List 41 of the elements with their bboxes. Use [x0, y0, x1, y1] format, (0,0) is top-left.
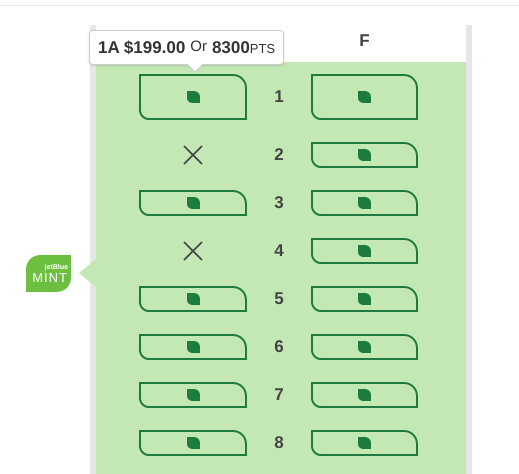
seat-button[interactable] — [311, 286, 418, 312]
seat-icon — [358, 91, 371, 103]
seat-button[interactable] — [139, 334, 247, 360]
seat-button[interactable] — [311, 382, 418, 408]
row-number: 1 — [274, 86, 284, 108]
row-number: 6 — [274, 336, 284, 358]
seat-button[interactable] — [139, 74, 247, 120]
seat-icon — [186, 437, 200, 449]
row-number: 3 — [274, 192, 284, 214]
seat-icon — [186, 293, 200, 305]
seat-icon — [186, 197, 200, 209]
seat-button[interactable] — [311, 142, 418, 168]
seat-icon — [358, 389, 371, 401]
seat-icon — [358, 437, 371, 449]
row-number: 8 — [274, 432, 284, 454]
or-label: Or — [190, 37, 207, 58]
seat-button[interactable] — [139, 190, 247, 216]
seat-button[interactable] — [311, 334, 418, 360]
seat-button[interactable] — [311, 238, 418, 264]
seat-icon — [358, 245, 371, 257]
seat-button[interactable] — [139, 430, 247, 456]
seat-icon — [358, 293, 371, 305]
column-header: F — [359, 30, 370, 52]
seat-button[interactable] — [311, 430, 418, 456]
seat-button[interactable] — [311, 74, 418, 120]
seat-icon — [358, 341, 371, 353]
seat-icon — [186, 341, 200, 353]
row-number: 2 — [274, 144, 284, 166]
seat-button[interactable] — [139, 382, 247, 408]
seat-icon — [358, 149, 371, 161]
seat-price: 1A $199.00 — [98, 36, 186, 59]
seat-button[interactable] — [311, 190, 418, 216]
cabin-label: MINT — [32, 270, 68, 284]
row-number: 7 — [274, 384, 284, 406]
row-number: 5 — [274, 288, 284, 310]
seat-icon — [358, 197, 371, 209]
row-number: 4 — [274, 240, 284, 262]
points-value: 8300PTS — [212, 36, 276, 58]
seat-icon — [186, 91, 200, 103]
seat-button[interactable] — [139, 286, 247, 312]
seat-icon — [186, 389, 200, 401]
